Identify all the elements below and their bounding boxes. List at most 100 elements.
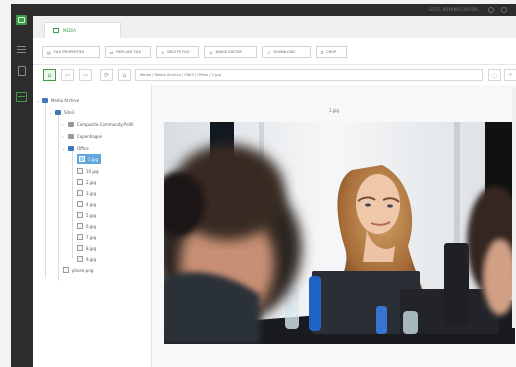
properties-icon: ▤	[47, 49, 51, 55]
back-icon: ⇦	[64, 71, 71, 79]
tab-bar: MEDIA	[33, 16, 516, 39]
file-label: 4.jpg	[86, 201, 97, 207]
help-icon[interactable]	[501, 7, 507, 13]
replace-file-button[interactable]: ⇄ REPLACE FILE	[105, 46, 151, 58]
file-label: phone.png	[72, 267, 94, 273]
tree-file-row[interactable]: 9.jpg	[77, 254, 96, 264]
delete-file-label: DELETE FILE	[167, 50, 190, 54]
tree-file-row[interactable]: 1.jpg	[77, 154, 102, 164]
tree-guide-line	[58, 113, 59, 281]
image-file-icon	[77, 234, 83, 240]
replace-file-label: REPLACE FILE	[116, 50, 142, 54]
file-properties-button[interactable]: ▤ FILE PROPERTIES	[42, 46, 100, 58]
forward-button[interactable]: ⇨	[79, 69, 92, 81]
image-file-icon	[77, 223, 83, 229]
tree-label: Site3	[64, 109, 75, 115]
document-icon[interactable]	[18, 66, 26, 76]
download-label: DOWNLOAD	[273, 50, 296, 54]
media-toolbar: ▤ FILE PROPERTIES ⇄ REPLACE FILE × DELETE F…	[33, 38, 516, 65]
image-file-icon	[77, 256, 83, 262]
file-label: 9.jpg	[86, 256, 97, 262]
image-file-icon	[77, 179, 83, 185]
path-row: ⌂ ⇦ ⇨ ⟳ ⌂ Media / Media Archive / Site3 …	[33, 65, 516, 86]
image-file-icon	[63, 267, 69, 273]
image-file-icon	[77, 201, 83, 207]
image-file-icon	[77, 212, 83, 218]
expand-icon[interactable]: ›	[62, 122, 65, 127]
folder-icon	[68, 121, 74, 127]
home-button[interactable]: ⌂	[118, 69, 131, 81]
tab-media-label: MEDIA	[63, 28, 76, 33]
image-file-icon	[77, 168, 83, 174]
delete-icon: ×	[161, 49, 165, 55]
image-editor-button[interactable]: ◎ IMAGE EDITOR	[204, 46, 257, 58]
download-icon: ⇩	[267, 49, 271, 55]
tree-item-profile-folder[interactable]: › Composite.Community.Profil	[62, 119, 133, 129]
view-options-button[interactable]: ◌	[488, 69, 501, 81]
crop-button[interactable]: ⌗ CROP	[316, 46, 347, 58]
admin-menu[interactable]: SITES ADMINISTRATOR	[429, 7, 478, 12]
tree-file-row[interactable]: 4.jpg	[77, 199, 96, 209]
image-file-icon	[77, 245, 83, 251]
tree-label: Copenhagen	[77, 133, 103, 139]
file-label: 5.jpg	[86, 212, 97, 218]
tree-file-row[interactable]: 5.jpg	[77, 210, 96, 220]
file-label: 10.jpg	[86, 168, 99, 174]
tree-guide-line	[45, 103, 46, 278]
cms-window: SITES ADMINISTRATOR MEDIA ▤ FILE PROPERTI…	[11, 4, 516, 367]
search-button[interactable]: ⌕	[504, 69, 516, 81]
folder-icon	[68, 133, 74, 139]
collapse-icon[interactable]: ⌄	[49, 110, 52, 115]
tree-item-office[interactable]: ⌄ Office	[62, 143, 89, 153]
tree-view-icon: ⌂	[47, 71, 52, 79]
folder-icon	[68, 145, 74, 151]
tree-label: Media Archive	[51, 97, 80, 103]
crop-icon: ⌗	[321, 49, 324, 55]
folder-icon	[55, 109, 61, 115]
tree-guide-line	[72, 151, 73, 259]
window-scrollbar[interactable]	[512, 88, 516, 328]
tree-view-button[interactable]: ⌂	[43, 69, 56, 81]
file-label: 3.jpg	[86, 190, 97, 196]
replace-icon: ⇄	[110, 49, 114, 55]
tree-item-media-archive[interactable]: ⌄ Media Archive	[36, 95, 79, 105]
forward-icon: ⇨	[82, 71, 89, 79]
tree-file-row[interactable]: 6.jpg	[77, 221, 96, 231]
collapse-icon[interactable]: ⌄	[36, 98, 39, 103]
tree-file-row[interactable]: 3.jpg	[77, 188, 96, 198]
folder-icon	[42, 97, 48, 103]
image-file-icon	[77, 190, 83, 196]
media-tree: ⌄ Media Archive ⌄ Site3 › Composite.Communi…	[33, 85, 152, 367]
file-label: 8.jpg	[86, 245, 97, 251]
download-button[interactable]: ⇩ DOWNLOAD	[262, 46, 311, 58]
media-preview: 1.jpg	[152, 85, 516, 367]
tree-file-row[interactable]: 10.jpg	[77, 166, 99, 176]
back-button[interactable]: ⇦	[61, 69, 74, 81]
home-icon: ⌂	[122, 71, 127, 79]
breadcrumb[interactable]: Media / Media Archive / Site3 / Office /…	[135, 69, 483, 81]
collapse-icon[interactable]: ⌄	[62, 146, 65, 151]
left-navigation	[11, 4, 33, 367]
image-editor-icon: ◎	[209, 49, 213, 55]
file-label: 7.jpg	[86, 234, 97, 240]
tree-file-row[interactable]: 2.jpg	[77, 177, 96, 187]
media-tab-icon	[53, 28, 59, 33]
top-bar: SITES ADMINISTRATOR	[33, 4, 516, 16]
tree-file-row[interactable]: 8.jpg	[77, 243, 96, 253]
media-icon[interactable]	[16, 92, 27, 102]
menu-icon[interactable]	[16, 44, 27, 54]
file-label: 2.jpg	[86, 179, 97, 185]
file-properties-label: FILE PROPERTIES	[53, 50, 85, 54]
preview-filename: 1.jpg	[329, 108, 340, 113]
tree-item-site3[interactable]: ⌄ Site3	[49, 107, 74, 117]
expand-icon[interactable]: ›	[62, 134, 65, 139]
delete-file-button[interactable]: × DELETE FILE	[156, 46, 199, 58]
tab-media[interactable]: MEDIA	[44, 22, 121, 38]
settings-icon[interactable]	[488, 7, 494, 13]
tree-item-copenhagen[interactable]: › Copenhagen	[62, 131, 102, 141]
tree-file-row[interactable]: 7.jpg	[77, 232, 96, 242]
tree-file-row[interactable]: phone.png	[63, 265, 93, 275]
tree-label: Office	[77, 145, 89, 151]
refresh-button[interactable]: ⟳	[100, 69, 113, 81]
media-logo-icon[interactable]	[16, 15, 27, 25]
